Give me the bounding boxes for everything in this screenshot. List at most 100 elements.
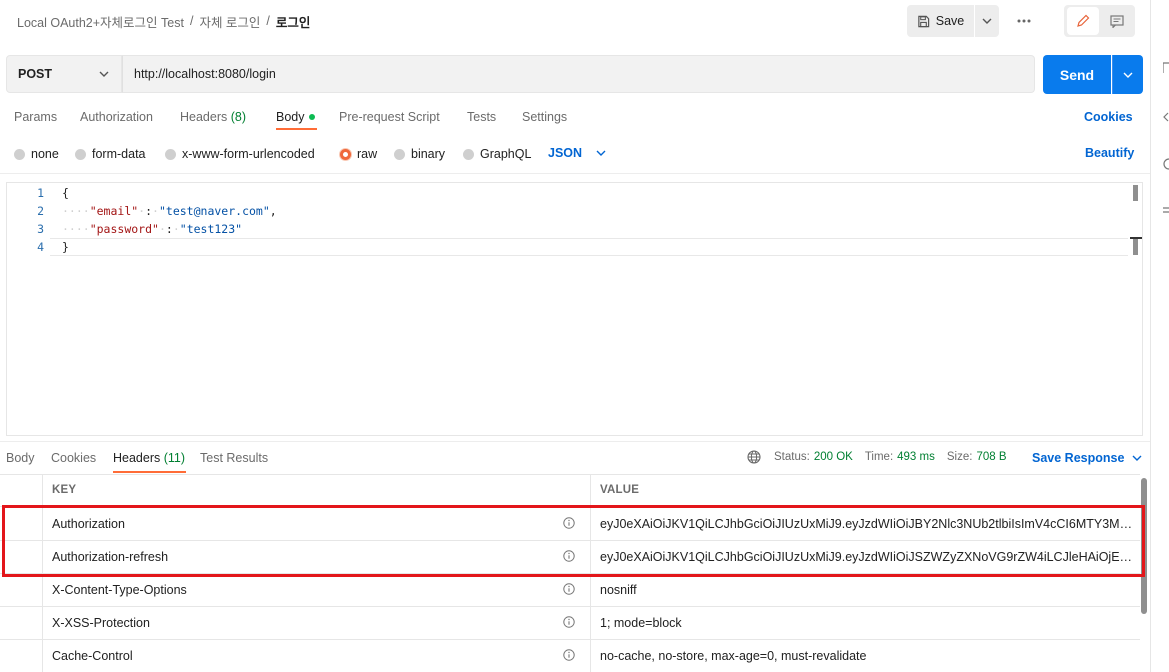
header-value: 1; mode=block	[600, 616, 682, 630]
response-tab-body[interactable]: Body	[6, 451, 35, 465]
tab-headers[interactable]: Headers (8)	[180, 110, 246, 126]
sidebar-settings-icon[interactable]	[1163, 205, 1169, 215]
code-line-1: {	[62, 186, 69, 200]
editor-cursor-marker	[1130, 237, 1142, 239]
info-icon[interactable]	[563, 616, 575, 628]
tab-body[interactable]: Body	[276, 110, 315, 126]
documentation-mode-button[interactable]	[1101, 7, 1133, 35]
active-line-highlight	[50, 238, 1128, 256]
time-value[interactable]: 493 ms	[897, 451, 935, 463]
code-key-password: "password"	[89, 222, 159, 236]
tab-params[interactable]: Params	[14, 110, 57, 126]
line-number: 2	[37, 204, 44, 218]
radio-binary[interactable]	[394, 148, 405, 160]
breadcrumb-folder[interactable]: 자체 로그인	[199, 12, 260, 31]
save-button[interactable]: Save	[907, 5, 974, 37]
column-header-value: VALUE	[600, 484, 640, 496]
header-value: no-cache, no-store, max-age=0, must-reva…	[600, 649, 867, 663]
more-horizontal-icon	[1017, 19, 1031, 23]
active-tab-indicator	[276, 128, 317, 130]
body-type-urlencoded[interactable]: x-www-form-urlencoded	[165, 146, 315, 162]
raw-format-select[interactable]: JSON	[548, 146, 606, 160]
comment-icon	[1110, 14, 1124, 28]
breadcrumb-collection[interactable]: Local OAuth2+자체로그인 Test	[17, 12, 184, 31]
editor-scrollbar[interactable]	[1133, 185, 1138, 201]
url-input[interactable]	[134, 67, 1023, 81]
radio-none[interactable]	[14, 148, 25, 160]
header-value: nosniff	[600, 583, 637, 597]
body-type-graphql[interactable]: GraphQL	[463, 146, 531, 162]
highlight-box	[2, 505, 1145, 577]
tab-settings[interactable]: Settings	[522, 110, 567, 126]
header-key: X-XSS-Protection	[52, 616, 150, 630]
radio-urlencoded[interactable]	[165, 148, 176, 160]
chevron-down-icon	[596, 150, 606, 156]
method-select[interactable]: POST	[6, 55, 122, 93]
info-icon[interactable]	[563, 649, 575, 661]
active-tab-indicator	[113, 471, 186, 473]
tab-body-label: Body	[276, 110, 305, 124]
tab-tests[interactable]: Tests	[467, 110, 496, 126]
breadcrumb-separator: /	[189, 14, 194, 28]
response-tab-headers[interactable]: Headers (11)	[113, 451, 185, 465]
radio-form-data[interactable]	[75, 148, 86, 160]
line-number: 3	[37, 222, 44, 236]
divider	[0, 173, 1150, 174]
sidebar-document-icon[interactable]	[1163, 62, 1169, 74]
header-key: X-Content-Type-Options	[52, 583, 187, 597]
response-tab-headers-label: Headers	[113, 451, 161, 465]
save-icon	[918, 15, 929, 27]
breadcrumb: Local OAuth2+자체로그인 Test / 자체 로그인 / 로그인	[17, 12, 311, 31]
beautify-link[interactable]: Beautify	[1085, 146, 1134, 160]
body-indicator-dot	[308, 113, 315, 120]
code-token: {	[62, 186, 69, 200]
raw-format-label: JSON	[548, 146, 583, 160]
send-options-button[interactable]	[1112, 55, 1143, 94]
line-number: 1	[37, 186, 44, 200]
body-type-none-label: none	[31, 147, 59, 161]
code-line-3: ····"password"·:·"test123"	[62, 222, 243, 236]
response-tab-test-results[interactable]: Test Results	[200, 451, 268, 465]
send-button[interactable]: Send	[1043, 55, 1111, 94]
response-tab-cookies[interactable]: Cookies	[51, 451, 96, 465]
code-token: }	[62, 240, 69, 254]
breadcrumb-request[interactable]: 로그인	[276, 12, 311, 31]
save-options-button[interactable]	[975, 5, 999, 37]
body-type-form-data[interactable]: form-data	[75, 146, 146, 162]
breadcrumb-separator: /	[266, 14, 270, 28]
more-options-button[interactable]	[1012, 5, 1036, 37]
tab-pre-request-script[interactable]: Pre-request Script	[339, 110, 440, 126]
code-value-email: "test@naver.com"	[158, 204, 270, 218]
radio-graphql[interactable]	[463, 148, 474, 160]
cookies-link[interactable]: Cookies	[1084, 110, 1133, 124]
body-editor[interactable]	[6, 182, 1143, 436]
edit-mode-button[interactable]	[1067, 7, 1099, 35]
column-header-key: KEY	[52, 484, 77, 496]
sidebar-code-icon[interactable]	[1163, 112, 1169, 122]
method-label: POST	[18, 67, 53, 81]
body-type-graphql-label: GraphQL	[480, 147, 532, 161]
save-label: Save	[935, 14, 965, 28]
code-value-password: "test123"	[179, 222, 243, 236]
url-bar	[122, 55, 1035, 93]
radio-raw[interactable]	[340, 148, 351, 160]
body-type-raw-label: raw	[357, 147, 378, 161]
sidebar-info-icon[interactable]	[1163, 158, 1169, 170]
body-type-binary[interactable]: binary	[394, 146, 445, 162]
line-number: 4	[37, 240, 44, 254]
body-type-urlencoded-label: x-www-form-urlencoded	[182, 147, 315, 161]
globe-icon[interactable]	[747, 450, 761, 464]
time-label: Time:	[864, 451, 894, 463]
save-response-button[interactable]: Save Response	[1032, 451, 1142, 465]
table-border	[0, 474, 1140, 475]
chevron-down-icon	[1123, 72, 1133, 78]
size-label: Size:	[946, 451, 973, 463]
editor-scrollbar-marker	[1133, 239, 1138, 255]
status-value[interactable]: 200 OK	[814, 451, 853, 463]
tab-authorization[interactable]: Authorization	[80, 110, 153, 126]
status-label: Status:	[774, 451, 810, 463]
body-type-none[interactable]: none	[14, 146, 59, 162]
body-type-raw[interactable]: raw	[340, 146, 377, 162]
size-value[interactable]: 708 B	[976, 451, 1006, 463]
info-icon[interactable]	[563, 583, 575, 595]
